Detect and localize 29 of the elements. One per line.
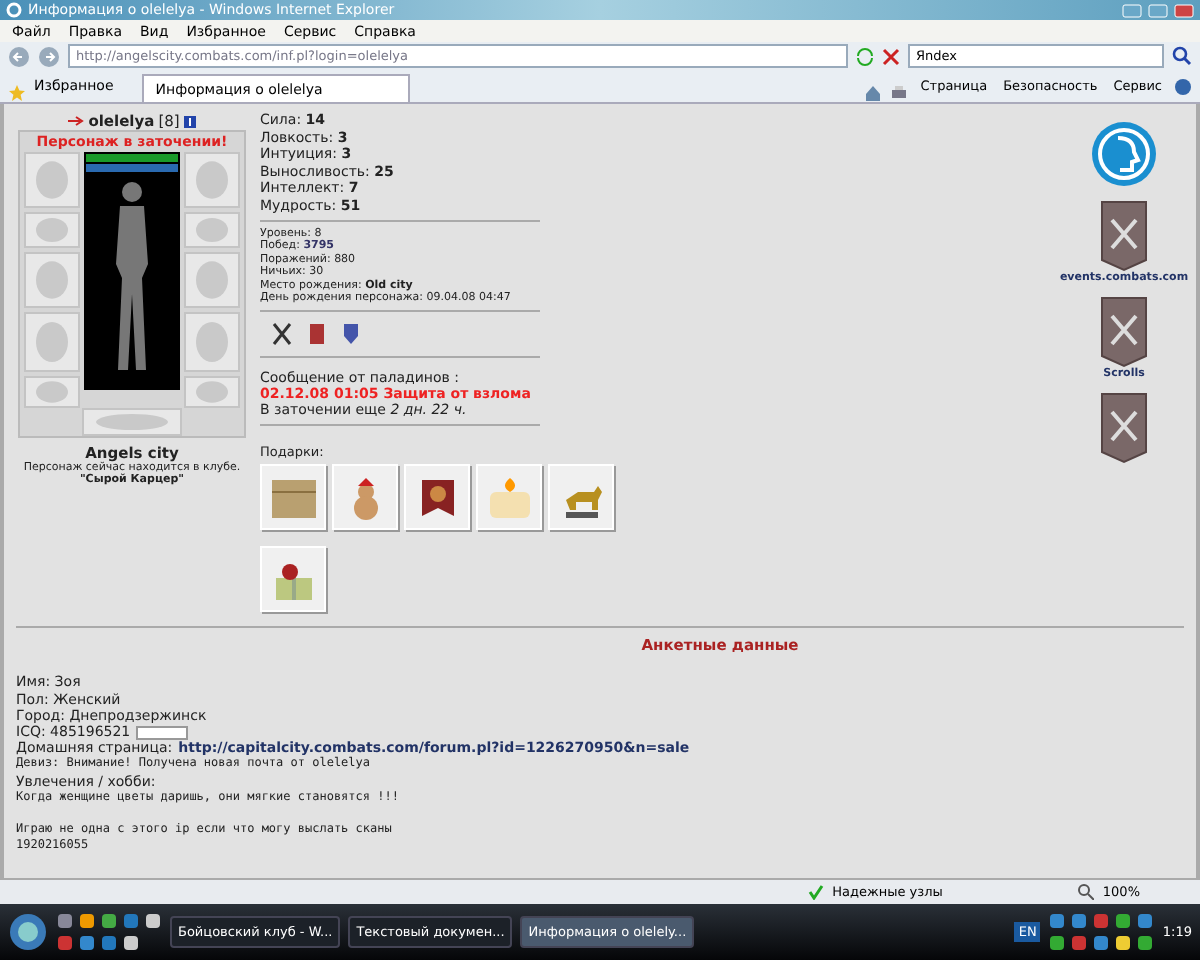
head-profile-logo-icon[interactable]: [1090, 120, 1158, 188]
help-icon[interactable]: [1174, 77, 1192, 95]
close-button[interactable]: [1174, 3, 1194, 17]
equipment-slot-icon: [184, 376, 240, 408]
equipment-slot-icon: [184, 312, 240, 372]
start-button[interactable]: [8, 912, 48, 952]
search-icon[interactable]: [1172, 46, 1192, 66]
equipment-slot-icon: [24, 152, 80, 208]
zoom-icon[interactable]: [1078, 884, 1095, 900]
equipment-slot-icon: [24, 312, 80, 372]
shield-icon: [342, 322, 360, 347]
browser-logo-icon: [6, 2, 22, 18]
printer-icon[interactable]: [890, 84, 909, 102]
arrow-icon: [68, 116, 85, 126]
star-icon[interactable]: [8, 84, 26, 102]
crossed-swords-icon: [272, 322, 292, 347]
equipment-slot-icon: [24, 376, 80, 408]
status-box: [136, 725, 189, 740]
equipment-slot-icon: [184, 252, 240, 308]
equipment-slot-icon: [184, 212, 240, 248]
candle-icon: [485, 475, 533, 520]
stop-icon[interactable]: [882, 47, 900, 65]
info-icon[interactable]: [183, 115, 196, 127]
equipment-slot-icon: [24, 212, 80, 248]
gift-box-icon: [269, 475, 317, 520]
equipment-slot-icon: [24, 252, 80, 308]
check-icon: [808, 884, 825, 900]
equipment-slot-icon: [184, 152, 240, 208]
refresh-icon[interactable]: [856, 47, 874, 65]
